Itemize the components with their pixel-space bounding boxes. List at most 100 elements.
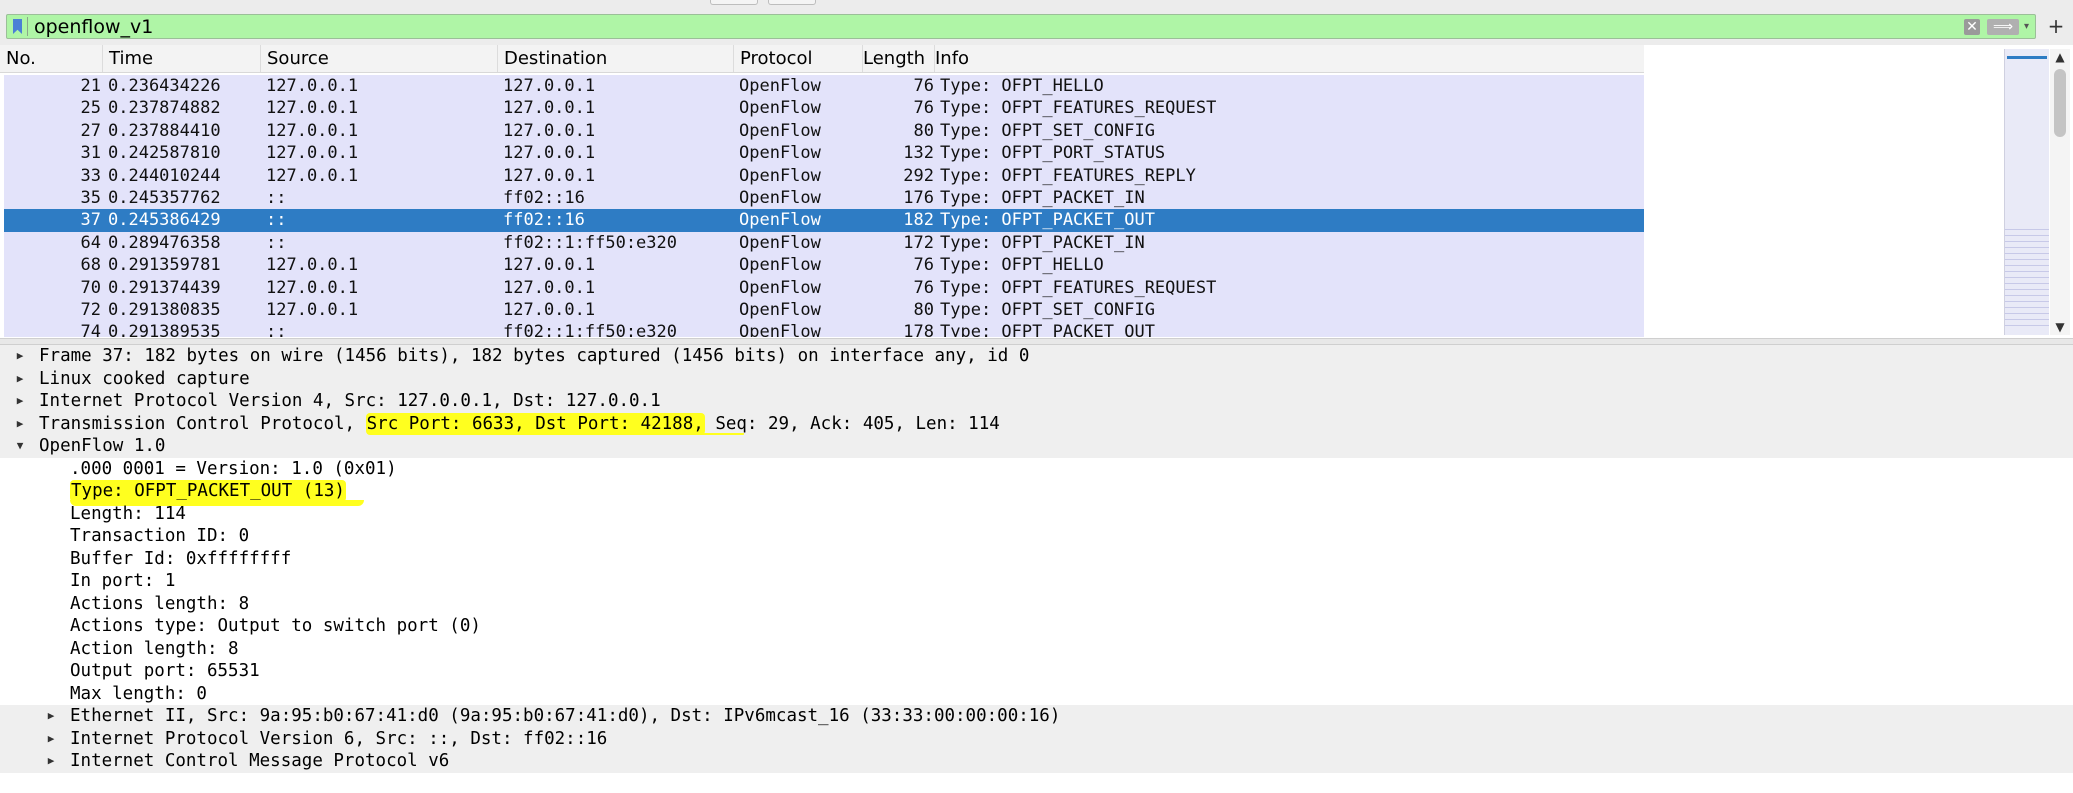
tree-item-tcp[interactable]: ▶ Transmission Control Protocol, Src Por…: [0, 412, 2073, 439]
tree-item-type[interactable]: Type: OFPT_PACKET_OUT (13): [0, 480, 2073, 506]
cell-time: 0.237884410: [108, 120, 221, 141]
display-filter-input[interactable]: openflow_v1 ✕ ⟹ ▾: [6, 14, 2036, 39]
cell-no: 72: [80, 299, 101, 320]
cell-protocol: OpenFlow: [739, 143, 821, 164]
tree-item-label: Actions type: Output to switch port (0): [70, 616, 481, 636]
table-row[interactable]: 37 0.245386429:: ff02::16 OpenFlow 182 Type: …: [4, 209, 1644, 232]
table-row[interactable]: 33 0.244010244 127.0.0.1 127.0.0.1 OpenFlow 2…: [4, 164, 1644, 187]
column-header-length[interactable]: Length: [857, 45, 935, 72]
triangle-right-icon[interactable]: ▶: [45, 705, 57, 728]
cell-no: 64: [80, 232, 101, 253]
triangle-down-icon[interactable]: ▼: [14, 435, 26, 458]
triangle-right-icon[interactable]: ▶: [14, 390, 26, 413]
clear-icon[interactable]: ✕: [1964, 19, 1980, 35]
column-header-destination[interactable]: Destination: [498, 45, 734, 72]
minimap-line: [2005, 241, 2049, 242]
column-header-info[interactable]: Info: [929, 45, 1644, 72]
minimap-line: [2005, 259, 2049, 260]
tree-item-length[interactable]: Length: 114: [0, 503, 2073, 526]
chevron-down-icon[interactable]: ▾: [2024, 19, 2034, 35]
packet-list-scrollbar[interactable]: ▲ ▼: [2050, 49, 2070, 335]
bookmark-icon[interactable]: [13, 19, 22, 34]
toolbar-button[interactable]: [710, 0, 758, 5]
column-header-protocol[interactable]: Protocol: [734, 45, 863, 72]
minimap-line: [2005, 253, 2049, 254]
cell-protocol: OpenFlow: [739, 76, 821, 96]
tree-item-in-port[interactable]: In port: 1: [0, 570, 2073, 593]
minimap-line: [2005, 271, 2049, 272]
tree-item-ipv4[interactable]: ▶ Internet Protocol Version 4, Src: 127.…: [0, 390, 2073, 413]
minimap-line: [2005, 247, 2049, 248]
tree-item-openflow[interactable]: ▼ OpenFlow 1.0: [0, 435, 2073, 458]
cell-no: 21: [80, 76, 101, 96]
table-row[interactable]: 31 0.242587810 127.0.0.1 127.0.0.1 OpenFlow 1…: [4, 142, 1644, 165]
cell-length: 80: [913, 120, 934, 141]
cell-info: Type: OFPT_HELLO: [940, 76, 1104, 96]
table-row[interactable]: 27 0.237884410 127.0.0.1 127.0.0.1 OpenFlow 8…: [4, 119, 1644, 143]
plus-icon[interactable]: +: [2046, 16, 2066, 36]
packet-rows-viewport: 21 0.236434226 127.0.0.1 127.0.0.1 OpenFlow 7…: [0, 75, 1644, 337]
tree-item-linux-cooked[interactable]: ▶ Linux cooked capture: [0, 367, 2073, 391]
minimap-line: [2005, 325, 2049, 326]
arrow-right-icon[interactable]: ⟹: [1987, 19, 2019, 35]
cell-protocol: OpenFlow: [739, 232, 821, 253]
tree-item-actions-length[interactable]: Actions length: 8: [0, 593, 2073, 616]
tree-item-label: Transmission Control Protocol, Src Port:…: [39, 412, 1000, 436]
tree-item-buffer-id[interactable]: Buffer Id: 0xffffffff: [0, 548, 2073, 571]
toolbar-button[interactable]: [768, 0, 816, 5]
cell-protocol: OpenFlow: [739, 255, 821, 276]
table-row[interactable]: 21 0.236434226 127.0.0.1 127.0.0.1 OpenFlow 7…: [4, 75, 1644, 98]
column-header-time[interactable]: Time: [103, 45, 261, 72]
triangle-right-icon[interactable]: ▶: [45, 750, 57, 773]
table-row[interactable]: 74 0.291389535:: ff02::1:ff50:e320 OpenFlow…: [4, 321, 1644, 337]
cell-length: 76: [913, 76, 934, 96]
triangle-right-icon[interactable]: ▶: [45, 728, 57, 751]
tree-item-max-length[interactable]: Max length: 0: [0, 683, 2073, 706]
table-row[interactable]: 35 0.245357762:: ff02::16 OpenFlow 176 Type: …: [4, 186, 1644, 210]
cell-length: 76: [913, 98, 934, 119]
table-row[interactable]: 64 0.289476358:: ff02::1:ff50:e320 OpenFlow…: [4, 231, 1644, 255]
triangle-right-icon[interactable]: ▶: [14, 345, 26, 368]
tree-item-ipv6[interactable]: ▶ Internet Protocol Version 6, Src: ::, …: [0, 727, 2073, 751]
tree-item-icmpv6[interactable]: ▶ Internet Control Message Protocol v6: [0, 750, 2073, 773]
tree-item-version[interactable]: .000 0001 = Version: 1.0 (0x01): [0, 458, 2073, 481]
table-row[interactable]: 72 0.291380835 127.0.0.1 127.0.0.1 OpenFlow 8…: [4, 298, 1644, 322]
table-row[interactable]: 68 0.291359781 127.0.0.1 127.0.0.1 OpenFlow 7…: [4, 254, 1644, 277]
cell-destination: ff02::1:ff50:e320: [503, 232, 677, 253]
cell-protocol: OpenFlow: [739, 187, 821, 208]
scroll-up-icon[interactable]: ▲: [2050, 49, 2070, 65]
tree-item-label: Internet Protocol Version 4, Src: 127.0.…: [39, 391, 661, 411]
cell-destination: ff02::16: [503, 210, 585, 231]
column-header-no[interactable]: No.: [0, 45, 103, 72]
packet-minimap[interactable]: [2004, 49, 2049, 335]
cell-length: 182: [903, 210, 934, 231]
tree-item-label: Internet Control Message Protocol v6: [70, 751, 450, 771]
tree-item-transaction-id[interactable]: Transaction ID: 0: [0, 525, 2073, 548]
tree-item-label: OpenFlow 1.0: [39, 436, 166, 456]
scroll-down-icon[interactable]: ▼: [2050, 319, 2070, 335]
triangle-right-icon[interactable]: ▶: [14, 368, 26, 391]
cell-info: Type: OFPT_FEATURES_REPLY: [940, 165, 1196, 186]
triangle-right-icon[interactable]: ▶: [14, 413, 26, 436]
minimap-line: [2005, 277, 2049, 278]
cell-time: 0.291374439: [108, 277, 221, 298]
minimap-line: [2005, 319, 2049, 320]
display-filter-bar: openflow_v1 ✕ ⟹ ▾ +: [0, 9, 2073, 45]
minimap-line: [2005, 301, 2049, 302]
minimap-line: [2005, 313, 2049, 314]
table-row[interactable]: 25 0.237874882 127.0.0.1 127.0.0.1 OpenFlow 7…: [4, 97, 1644, 120]
scrollbar-thumb[interactable]: [2054, 69, 2066, 137]
tree-item-ethernet[interactable]: ▶ Ethernet II, Src: 9a:95:b0:67:41:d0 (9…: [0, 705, 2073, 728]
cell-source: 127.0.0.1: [266, 76, 359, 96]
pane-splitter[interactable]: [0, 338, 2073, 345]
tree-item-output-port[interactable]: Output port: 65531: [0, 660, 2073, 683]
table-row[interactable]: 70 0.291374439 127.0.0.1 127.0.0.1 OpenFlow 7…: [4, 276, 1644, 299]
cell-source: 127.0.0.1: [266, 299, 359, 320]
minimap-selected-marker: [2007, 56, 2047, 59]
tree-item-actions-type[interactable]: Actions type: Output to switch port (0): [0, 615, 2073, 638]
filter-text[interactable]: openflow_v1: [34, 16, 153, 38]
tree-item-action-length[interactable]: Action length: 8: [0, 638, 2073, 661]
column-header-source[interactable]: Source: [261, 45, 498, 72]
tree-item-frame[interactable]: ▶ Frame 37: 182 bytes on wire (1456 bits…: [0, 345, 2073, 368]
cell-info: Type: OFPT_SET_CONFIG: [940, 299, 1155, 320]
